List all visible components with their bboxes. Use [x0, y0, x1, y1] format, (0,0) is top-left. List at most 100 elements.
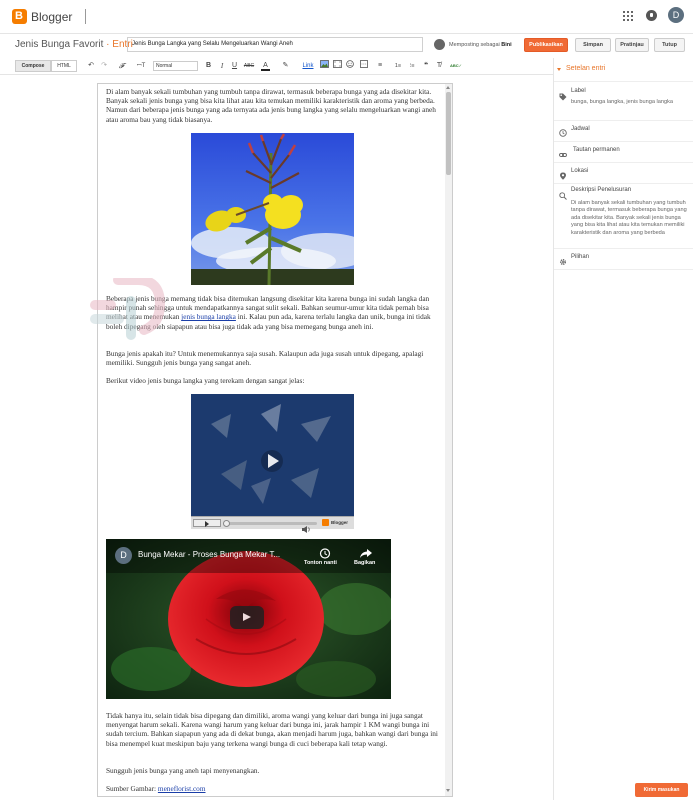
- blogger-logo-icon[interactable]: B: [12, 9, 27, 24]
- redo-icon[interactable]: ↷: [100, 60, 108, 72]
- search-description-section[interactable]: Deskripsi Penelusuran Di alam banyak sek…: [554, 183, 693, 250]
- watermark-logo-icon: [88, 275, 168, 348]
- post-settings-header[interactable]: Setelan entri: [566, 65, 605, 72]
- blog-name: Jenis Bunga Favorit: [15, 39, 104, 50]
- video-controls: Blogger: [191, 516, 354, 533]
- options-title: Pilihan: [571, 254, 590, 260]
- brand-name[interactable]: Blogger: [31, 10, 72, 24]
- permalink-section[interactable]: Tautan permanen: [554, 141, 693, 162]
- blogger-video-embed[interactable]: Blogger: [191, 394, 354, 533]
- send-feedback-button[interactable]: Kirim masukan: [635, 783, 688, 797]
- image-source: Sumber Gambar: meneflorist.com: [106, 784, 439, 793]
- undo-icon[interactable]: ↶: [87, 60, 95, 72]
- paragraph-6: Sungguh jenis bunga yang aneh tapi menye…: [106, 766, 260, 775]
- notifications-icon[interactable]: [646, 10, 657, 21]
- bulleted-list-icon[interactable]: ⁝≡: [407, 60, 417, 72]
- search-description-title: Deskripsi Penelusuran: [571, 187, 632, 193]
- close-button[interactable]: Tutup: [654, 38, 685, 52]
- title-separator: ·: [103, 39, 113, 50]
- bold-button[interactable]: B: [205, 60, 212, 72]
- blogger-small-logo-icon: [322, 519, 329, 526]
- insert-video-icon[interactable]: [333, 60, 342, 72]
- paragraph-4: Berikut video jenis bunga langka yang te…: [106, 376, 305, 385]
- font-family-icon[interactable]: 𝓕: [116, 60, 127, 72]
- italic-button[interactable]: I: [219, 60, 225, 72]
- video-title[interactable]: Bunga Mekar - Proses Bunga Mekar T...: [138, 550, 280, 559]
- insert-emoji-icon[interactable]: [345, 60, 354, 72]
- schedule-title: Jadwal: [571, 126, 590, 132]
- post-title-input[interactable]: Jenis Bunga Langka yang Selalu Mengeluar…: [127, 37, 423, 52]
- share-icon[interactable]: [359, 546, 373, 558]
- youtube-play-button[interactable]: [230, 606, 264, 629]
- strikethrough-button[interactable]: ABC: [243, 60, 255, 72]
- posting-as-name: Bini: [501, 42, 512, 48]
- volume-icon[interactable]: [302, 520, 312, 533]
- location-section[interactable]: Lokasi: [554, 162, 693, 183]
- paragraph-3: Bunga jenis apakah itu? Untuk menemukann…: [106, 349, 424, 368]
- scroll-thumb[interactable]: [446, 92, 451, 175]
- paragraph-1: Di alam banyak sekali tumbuhan yang tumb…: [106, 87, 436, 124]
- progress-handle[interactable]: [223, 520, 230, 527]
- blog-title[interactable]: Jenis Bunga Favorit · Entri: [15, 39, 133, 50]
- scroll-up-arrow-icon[interactable]: [446, 86, 450, 89]
- jenis-bunga-langka-link[interactable]: jenis bunga langka: [181, 312, 236, 321]
- posting-as-label: Memposting sebagai: [449, 42, 500, 48]
- label-tag-icon: [559, 88, 567, 101]
- text-color-icon[interactable]: A: [261, 60, 270, 71]
- play-icon: [205, 521, 209, 527]
- remove-formatting-icon[interactable]: T̸: [435, 60, 443, 72]
- posting-as[interactable]: Memposting sebagai Bini: [449, 42, 512, 48]
- labels-section[interactable]: Label bunga, bunga langka, jenis bunga l…: [554, 81, 693, 125]
- numbered-list-icon[interactable]: 1≡: [393, 60, 403, 72]
- editor-toolbar: Compose HTML ↶ ↷ 𝓕 ꟷT Normal B I U ABC A…: [0, 58, 553, 75]
- post-settings-sidebar: Setelan entri Label bunga, bunga langka,…: [553, 58, 693, 800]
- options-section[interactable]: Pilihan: [554, 248, 693, 270]
- image-source-link[interactable]: meneflorist.com: [158, 784, 206, 793]
- preview-button[interactable]: Pratinjau: [615, 38, 649, 52]
- post-title-bar: Jenis Bunga Favorit · Entri Jenis Bunga …: [0, 34, 693, 56]
- editor-scrollbar[interactable]: [445, 84, 452, 796]
- publish-button[interactable]: Publikasikan: [524, 38, 568, 52]
- insert-jump-break-icon[interactable]: [359, 60, 368, 72]
- highlight-color-icon[interactable]: ✎: [281, 60, 290, 72]
- location-title: Lokasi: [571, 168, 589, 174]
- permalink-title: Tautan permanen: [573, 147, 620, 153]
- poster-avatar-icon: [434, 39, 445, 50]
- quote-icon[interactable]: ❝: [422, 60, 430, 72]
- top-bar: B Blogger D: [0, 0, 693, 34]
- account-avatar[interactable]: D: [668, 7, 684, 23]
- compose-mode-button[interactable]: Compose: [15, 60, 51, 72]
- html-mode-button[interactable]: HTML: [51, 60, 77, 72]
- location-pin-icon: [559, 167, 567, 180]
- scroll-down-arrow-icon[interactable]: [446, 789, 450, 792]
- search-description-value: Di alam banyak sekali tumbuhan yang tumb…: [571, 200, 687, 236]
- brand-divider: [85, 9, 86, 24]
- apps-grid-icon[interactable]: [623, 11, 633, 21]
- save-button[interactable]: Simpan: [575, 38, 611, 52]
- watch-later-label[interactable]: Tonton nanti: [304, 560, 337, 566]
- video-blogger-label: Blogger: [331, 520, 349, 525]
- format-select[interactable]: Normal: [153, 61, 198, 71]
- channel-avatar[interactable]: D: [115, 547, 132, 564]
- insert-image-icon[interactable]: [320, 60, 329, 72]
- collapse-arrow-icon[interactable]: [557, 68, 561, 71]
- gear-icon: [559, 253, 567, 266]
- align-icon[interactable]: ≡: [375, 60, 385, 72]
- schedule-section[interactable]: Jadwal: [554, 120, 693, 141]
- clock-icon: [559, 124, 567, 137]
- watch-later-icon[interactable]: [318, 546, 332, 559]
- youtube-play-icon: [243, 613, 251, 621]
- font-size-icon[interactable]: ꟷT: [134, 60, 148, 72]
- search-icon: [559, 187, 567, 200]
- play-button[interactable]: [193, 519, 221, 527]
- paragraph-5: Tidak hanya itu, selain tidak bisa dipeg…: [106, 711, 438, 748]
- underline-button[interactable]: U: [231, 60, 238, 72]
- insert-link-button[interactable]: Link: [301, 60, 315, 72]
- link-icon: [559, 146, 567, 157]
- spellcheck-icon[interactable]: ABC✓: [450, 60, 462, 72]
- youtube-video-embed[interactable]: D Bunga Mekar - Proses Bunga Mekar T... …: [106, 539, 391, 699]
- share-label[interactable]: Bagikan: [354, 560, 375, 566]
- flower-image[interactable]: [191, 133, 354, 285]
- image-source-label: Sumber Gambar:: [106, 784, 158, 793]
- labels-value: bunga, bunga langka, jenis bunga langka: [571, 99, 674, 105]
